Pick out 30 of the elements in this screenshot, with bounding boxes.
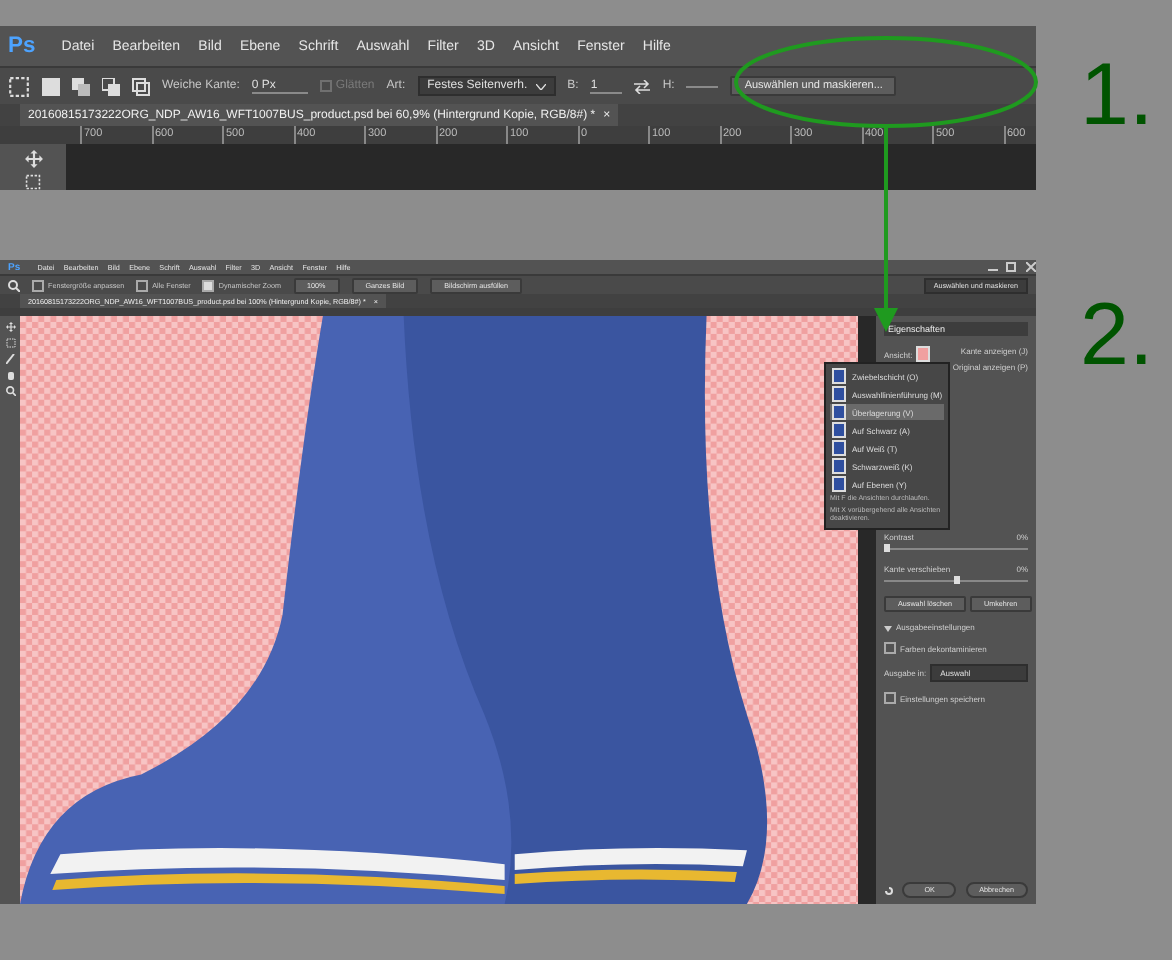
swap-icon[interactable] bbox=[634, 79, 651, 93]
slider-thumb[interactable] bbox=[953, 576, 959, 584]
step-number: 2. bbox=[1080, 292, 1154, 388]
chevron-down-icon bbox=[535, 83, 546, 89]
option-checkbox[interactable] bbox=[136, 279, 149, 291]
step-number: 1. bbox=[1080, 52, 1154, 148]
move-tool-icon[interactable] bbox=[23, 150, 43, 168]
marquee-tool-icon[interactable] bbox=[5, 338, 15, 348]
add-selection-icon[interactable] bbox=[72, 77, 90, 95]
brush-tool-icon[interactable] bbox=[5, 354, 15, 364]
app-logo: Ps bbox=[8, 34, 36, 58]
option-checkbox[interactable] bbox=[202, 279, 215, 291]
marquee-tool-icon[interactable] bbox=[8, 75, 30, 97]
reset-icon[interactable] bbox=[884, 885, 894, 895]
maximize-icon[interactable] bbox=[1006, 262, 1017, 272]
move-tool-icon[interactable] bbox=[5, 322, 15, 332]
intersect-selection-icon[interactable] bbox=[132, 77, 150, 95]
zoom-tool-icon[interactable] bbox=[8, 279, 20, 291]
remember-checkbox[interactable] bbox=[884, 692, 896, 704]
disclosure-triangle-icon[interactable] bbox=[884, 623, 892, 631]
view-thumbnail[interactable] bbox=[916, 346, 931, 362]
hand-tool-icon[interactable] bbox=[5, 370, 15, 380]
slider-thumb[interactable] bbox=[884, 544, 890, 552]
subtract-selection-icon[interactable] bbox=[102, 77, 120, 95]
zoom-tool-icon[interactable] bbox=[5, 386, 15, 396]
close-icon[interactable] bbox=[1026, 262, 1036, 272]
new-selection-icon[interactable] bbox=[42, 77, 60, 95]
marquee-tool-icon[interactable] bbox=[24, 173, 42, 190]
decontaminate-checkbox[interactable] bbox=[884, 642, 896, 654]
option-checkbox[interactable] bbox=[32, 279, 44, 291]
